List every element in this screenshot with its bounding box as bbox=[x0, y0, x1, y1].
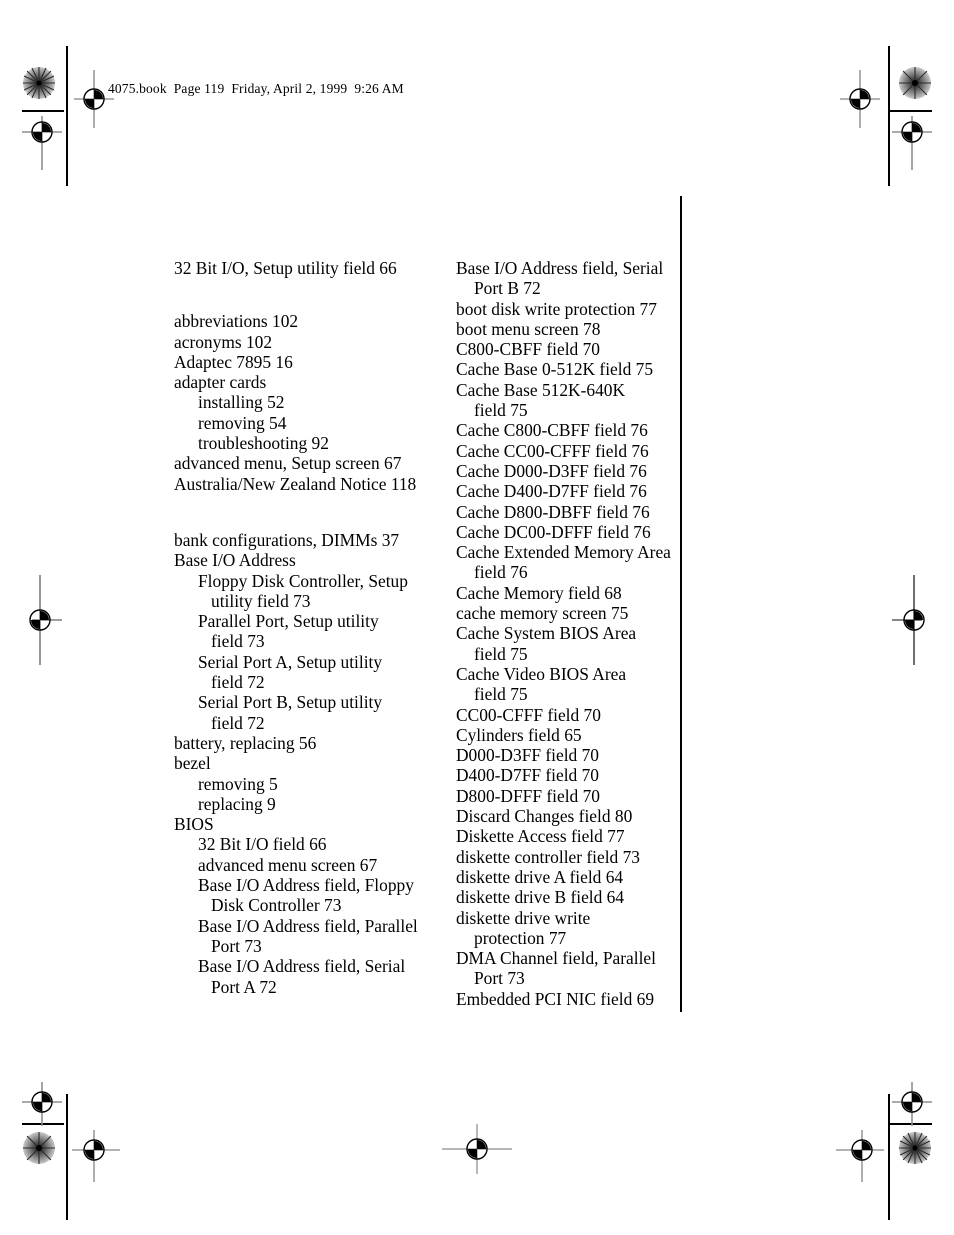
index-entry: Base I/O Address field, Parallel bbox=[198, 915, 418, 936]
index-entry: Cache D000-D3FF field 76 bbox=[456, 460, 647, 481]
index-entry: Cache Base 0-512K field 75 bbox=[456, 359, 654, 380]
index-entry: Disk Controller 73 bbox=[211, 895, 342, 916]
index-entry: boot menu screen 78 bbox=[456, 318, 601, 339]
registration-target bbox=[22, 108, 62, 170]
registration-target bbox=[18, 575, 62, 665]
index-entry: Adaptec 7895 16 bbox=[174, 351, 293, 372]
index-entry: Discard Changes field 80 bbox=[456, 806, 633, 827]
index-entry: Port 73 bbox=[474, 968, 525, 989]
index-entry: utility field 73 bbox=[211, 590, 311, 611]
registration-target bbox=[74, 70, 114, 128]
trim-rule-bottom-left bbox=[66, 1094, 68, 1220]
index-entry: adapter cards bbox=[174, 372, 267, 393]
registration-target bbox=[836, 1130, 884, 1190]
index-entry: field 75 bbox=[474, 400, 528, 421]
index-entry: Port 73 bbox=[211, 935, 262, 956]
index-entry: C800-CBFF field 70 bbox=[456, 339, 600, 360]
index-entry: Floppy Disk Controller, Setup bbox=[198, 570, 408, 591]
index-entry: troubleshooting 92 bbox=[198, 433, 329, 454]
index-entry: Cache System BIOS Area bbox=[456, 623, 637, 644]
index-entry: battery, replacing 56 bbox=[174, 732, 317, 753]
index-entry: field 76 bbox=[474, 562, 528, 583]
index-entry: field 73 bbox=[211, 631, 265, 652]
trim-rule-bottom-right bbox=[888, 1094, 890, 1220]
index-entry: acronyms 102 bbox=[174, 331, 273, 352]
index-entry: 32 Bit I/O, Setup utility field 66 bbox=[174, 258, 397, 278]
index-entry: Cache D800-DBFF field 76 bbox=[456, 501, 650, 522]
index-entry: diskette drive write bbox=[456, 907, 591, 928]
index-entry: Port B 72 bbox=[474, 278, 541, 299]
index-entry: BIOS bbox=[174, 814, 214, 835]
index-entry: Port A 72 bbox=[211, 976, 277, 997]
index-letter-group-gap bbox=[174, 494, 436, 530]
trim-rule-top-right bbox=[888, 46, 890, 186]
index-entry: Parallel Port, Setup utility bbox=[198, 611, 379, 632]
index-entry: abbreviations 102 bbox=[174, 311, 299, 332]
index-entry: Australia/New Zealand Notice 118 bbox=[174, 473, 417, 494]
index-entry: 32 Bit I/O field 66 bbox=[198, 834, 327, 855]
index-entry: field 75 bbox=[474, 643, 528, 664]
index-entry: D400-D7FF field 70 bbox=[456, 765, 599, 786]
index-entry: D000-D3FF field 70 bbox=[456, 745, 599, 766]
rosette-screen-target bbox=[22, 66, 56, 100]
index-entry: Base I/O Address field, Serial bbox=[456, 258, 664, 278]
file-running-header: 4075.book Page 119 Friday, April 2, 1999… bbox=[108, 81, 404, 96]
index-entry: Cache DC00-DFFF field 76 bbox=[456, 521, 651, 542]
page-canvas: 4075.book Page 119 Friday, April 2, 1999… bbox=[0, 0, 954, 1235]
index-entry: installing 52 bbox=[198, 392, 285, 413]
index-entry: Cache Memory field 68 bbox=[456, 582, 622, 603]
index-column-left: 32 Bit I/O, Setup utility field 66 abbrev… bbox=[174, 258, 436, 997]
index-entry: removing 5 bbox=[198, 773, 278, 794]
index-entry: Cache Base 512K-640K bbox=[456, 379, 626, 400]
trim-rule-top-left bbox=[66, 46, 68, 186]
registration-target bbox=[22, 1082, 62, 1138]
registration-target bbox=[840, 70, 880, 128]
index-entry: Embedded PCI NIC field 69 bbox=[456, 988, 655, 1009]
index-letter-group-gap bbox=[174, 278, 436, 311]
index-entry: advanced menu, Setup screen 67 bbox=[174, 453, 402, 474]
index-entry: Cache D400-D7FF field 76 bbox=[456, 481, 647, 502]
index-entry: bezel bbox=[174, 753, 211, 774]
index-entry: boot disk write protection 77 bbox=[456, 298, 657, 319]
index-entry: Base I/O Address field, Floppy bbox=[198, 875, 414, 896]
index-entry: diskette controller field 73 bbox=[456, 846, 640, 867]
index-entry: Serial Port B, Setup utility bbox=[198, 692, 383, 713]
index-entry: Diskette Access field 77 bbox=[456, 826, 625, 847]
index-entry: field 72 bbox=[211, 712, 265, 733]
registration-target bbox=[892, 108, 932, 170]
registration-target bbox=[892, 575, 936, 665]
index-entry: Cache Extended Memory Area bbox=[456, 542, 671, 563]
registration-target bbox=[892, 1082, 932, 1138]
registration-target bbox=[72, 1130, 120, 1190]
index-entry: removing 54 bbox=[198, 412, 287, 433]
index-entry: diskette drive A field 64 bbox=[456, 866, 624, 887]
index-entry: CC00-CFFF field 70 bbox=[456, 704, 601, 725]
index-entry: Serial Port A, Setup utility bbox=[198, 651, 383, 672]
index-entry: replacing 9 bbox=[198, 793, 276, 814]
index-entry: Cache Video BIOS Area bbox=[456, 663, 627, 684]
index-entry: Base I/O Address field, Serial bbox=[198, 956, 406, 977]
registration-target bbox=[442, 1122, 512, 1182]
index-column-right: Base I/O Address field, Serial Port B 72 b… bbox=[456, 258, 686, 1009]
index-entry: Cylinders field 65 bbox=[456, 724, 582, 745]
index-entry: diskette drive B field 64 bbox=[456, 887, 625, 908]
index-entry: advanced menu screen 67 bbox=[198, 854, 378, 875]
index-entry: field 72 bbox=[211, 672, 265, 693]
index-entry: Base I/O Address bbox=[174, 550, 296, 571]
index-entry: bank configurations, DIMMs 37 bbox=[174, 529, 400, 550]
index-entry: DMA Channel field, Parallel bbox=[456, 948, 656, 969]
index-entry: field 75 bbox=[474, 684, 528, 705]
index-entry: D800-DFFF field 70 bbox=[456, 785, 600, 806]
index-entry: protection 77 bbox=[474, 927, 567, 948]
index-entry: cache memory screen 75 bbox=[456, 603, 629, 624]
index-entry: Cache CC00-CFFF field 76 bbox=[456, 440, 649, 461]
rosette-screen-target bbox=[898, 66, 932, 100]
index-entry: Cache C800-CBFF field 76 bbox=[456, 420, 648, 441]
